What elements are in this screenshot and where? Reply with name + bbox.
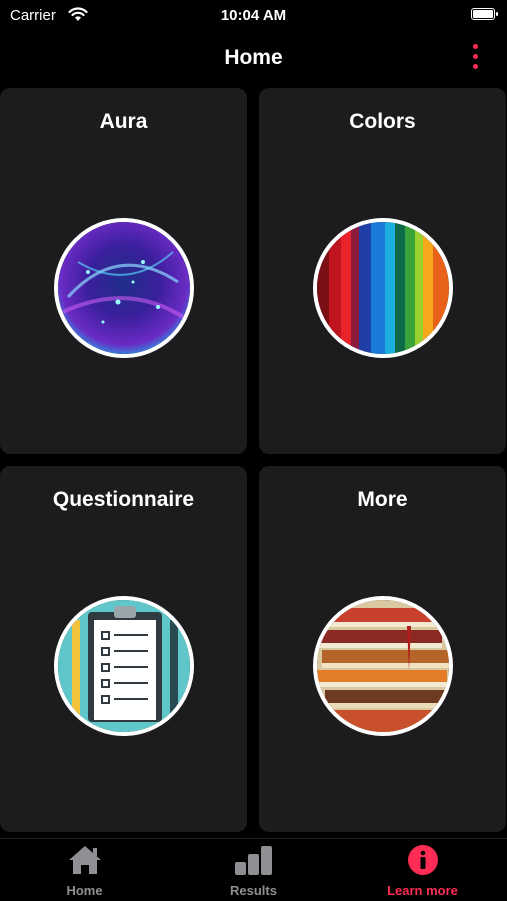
more-dot-icon bbox=[472, 54, 478, 59]
navigation-bar: Home bbox=[0, 36, 507, 80]
more-options-button[interactable] bbox=[469, 44, 481, 74]
tab-learn-more[interactable]: Learn more bbox=[338, 839, 507, 901]
colors-image bbox=[313, 218, 453, 358]
more-dot-icon bbox=[472, 44, 478, 49]
tile-title: More bbox=[357, 488, 408, 511]
tile-title: Questionnaire bbox=[52, 488, 195, 511]
tile-colors[interactable]: Colors bbox=[259, 88, 506, 454]
tile-aura[interactable]: Aura bbox=[0, 88, 247, 454]
clock: 10:04 AM bbox=[220, 7, 287, 24]
page-title: Home bbox=[224, 46, 283, 69]
tab-home[interactable]: Home bbox=[0, 839, 169, 901]
tab-label: Results bbox=[230, 883, 277, 898]
tile-title: Aura bbox=[99, 110, 148, 133]
aura-image bbox=[54, 218, 194, 358]
tile-more[interactable]: More bbox=[259, 466, 506, 832]
tile-title: Colors bbox=[349, 110, 416, 133]
info-icon bbox=[407, 844, 439, 881]
tab-label: Home bbox=[66, 883, 103, 898]
questionnaire-image bbox=[54, 596, 194, 736]
more-dot-icon bbox=[472, 64, 478, 69]
tab-results[interactable]: Results bbox=[169, 839, 338, 901]
battery-icon bbox=[471, 8, 498, 20]
tab-bar: Home Results Learn more bbox=[0, 838, 507, 901]
tile-questionnaire[interactable]: Questionnaire bbox=[0, 466, 247, 832]
books-image bbox=[313, 596, 453, 736]
tab-label: Learn more bbox=[387, 883, 458, 898]
status-bar: Carrier 10:04 AM bbox=[0, 0, 507, 32]
home-icon bbox=[67, 844, 103, 881]
bar-chart-icon bbox=[233, 844, 275, 881]
